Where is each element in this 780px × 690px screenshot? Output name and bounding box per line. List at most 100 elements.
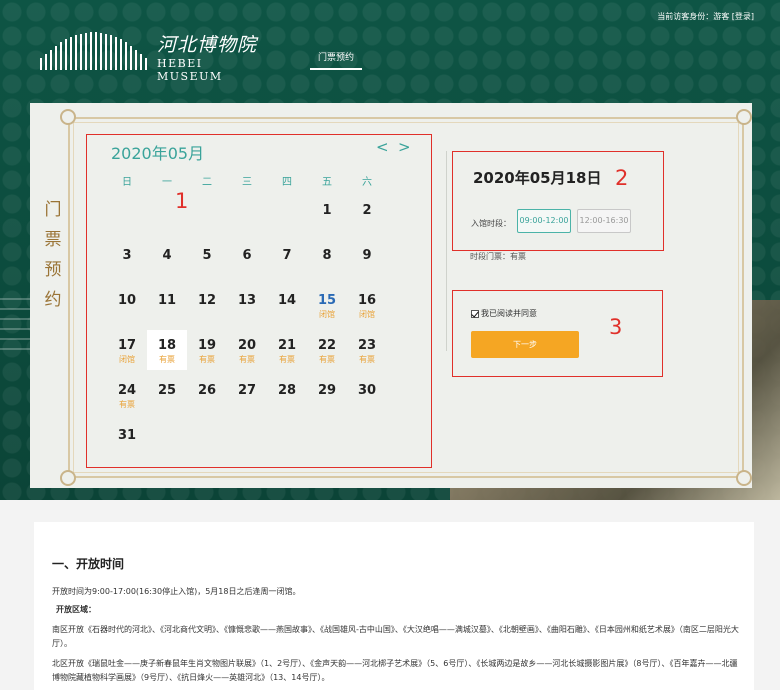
side-title-char: 门: [44, 200, 62, 220]
weekday-label: 三: [242, 177, 252, 188]
logo-chinese-name: 河北博物院: [157, 34, 258, 56]
south-area-text: 南区开放《石器时代的河北》、《河北商代文明》、《慷慨悲歌——燕国故事》、《战国雄…: [52, 625, 739, 648]
day-number: 2: [362, 203, 372, 218]
day-status: 闭馆: [319, 310, 335, 319]
next-step-button[interactable]: 下一步: [471, 331, 579, 358]
opening-hours-text: 开放时间为9:00-17:00(16:30停止入馆)，5月18日之后逢周一闭馆。: [52, 587, 301, 596]
calendar-day-2[interactable]: 2: [347, 195, 387, 235]
calendar-day-10[interactable]: 10: [107, 285, 147, 325]
calendar-day-3[interactable]: 3: [107, 240, 147, 280]
day-number: 28: [277, 383, 297, 398]
calendar-day-17[interactable]: 17 闭馆: [107, 330, 147, 370]
day-number: 3: [122, 248, 132, 263]
day-number: 8: [322, 248, 332, 263]
visitor-status: 当前访客身份：游客 [登录]: [657, 11, 754, 22]
calendar-day-29[interactable]: 29: [307, 375, 347, 415]
day-number: 6: [242, 248, 252, 263]
calendar-day-7[interactable]: 7: [267, 240, 307, 280]
calendar-day-25[interactable]: 25: [147, 375, 187, 415]
day-number: 14: [277, 293, 297, 308]
calendar-day-8[interactable]: 8: [307, 240, 347, 280]
calendar-day-5[interactable]: 5: [187, 240, 227, 280]
calendar-day-21[interactable]: 21 有票: [267, 330, 307, 370]
calendar-day-15[interactable]: 15 闭馆: [307, 285, 347, 325]
slot-label: 入馆时段：: [471, 219, 511, 228]
calendar-day-11[interactable]: 11: [147, 285, 187, 325]
calendar-day-31[interactable]: 31: [107, 420, 147, 460]
day-number: 9: [362, 248, 372, 263]
calendar-day-13[interactable]: 13: [227, 285, 267, 325]
day-number: 30: [357, 383, 377, 398]
day-number: 10: [117, 293, 137, 308]
calendar-day-30[interactable]: 30: [347, 375, 387, 415]
side-title-char: 预: [44, 260, 62, 280]
day-number: 29: [317, 383, 337, 398]
day-number: 21: [277, 338, 297, 353]
day-number: 31: [117, 428, 137, 443]
weekday-label: 四: [282, 177, 292, 188]
calendar-day-22[interactable]: 22 有票: [307, 330, 347, 370]
day-number: 15: [317, 293, 337, 308]
weekday-label: 日: [122, 177, 132, 188]
day-number: 17: [117, 338, 137, 353]
agreement-checkbox-row[interactable]: 我已阅读并同意: [471, 308, 537, 319]
info-section: 一、开放时间 开放时间为9:00-17:00(16:30停止入馆)，5月18日之…: [34, 522, 754, 690]
selected-date-title: 2020年05月18日: [473, 169, 602, 187]
weekday-label: 六: [362, 177, 372, 188]
agree-checkbox[interactable]: [471, 309, 479, 318]
calendar-day-23[interactable]: 23 有票: [347, 330, 387, 370]
day-status: 有票: [279, 355, 295, 364]
time-slot-morning[interactable]: 09:00-12:00: [517, 209, 571, 233]
day-number: 12: [197, 293, 217, 308]
calendar-day-26[interactable]: 26: [187, 375, 227, 415]
logo-english-name: HEBEI MUSEUM: [157, 57, 223, 83]
calendar-day-4[interactable]: 4: [147, 240, 187, 280]
panel-divider: [446, 151, 447, 351]
calendar-month-label: 2020年05月: [111, 144, 205, 163]
calendar-day-12[interactable]: 12: [187, 285, 227, 325]
section-title: 一、开放时间: [52, 557, 125, 571]
day-status: 有票: [239, 355, 255, 364]
frame-corner-ornament: [736, 470, 752, 486]
calendar-day-1[interactable]: 1: [307, 195, 347, 235]
museum-logo[interactable]: 河北博物院 HEBEI MUSEUM: [40, 30, 270, 83]
next-month-button[interactable]: >: [398, 138, 411, 156]
side-title: 门 票 预 约: [42, 195, 64, 315]
north-area-text: 北区开放《瑞鼠吐金——庚子新春鼠年生肖文物图片联展》（1、2号厅）、《金声天韵—…: [52, 659, 738, 682]
side-title-char: 约: [44, 290, 62, 310]
annotation-number: 3: [609, 315, 623, 339]
ticket-availability: 时段门票：有票: [470, 252, 526, 261]
calendar-day-14[interactable]: 14: [267, 285, 307, 325]
frame-corner-ornament: [60, 470, 76, 486]
login-link[interactable]: [登录]: [732, 12, 754, 21]
prev-month-button[interactable]: <: [376, 138, 389, 156]
calendar-days-grid: 1 2 3 4 5 6 7 8 9 10 11 12 13 14 15 闭馆 16 闭馆 17 闭馆 18 有票 19 有票 2…: [105, 195, 405, 465]
tab-ticket-booking[interactable]: 门票预约: [310, 50, 362, 70]
calendar-day-28[interactable]: 28: [267, 375, 307, 415]
day-number: 4: [162, 248, 172, 263]
calendar-day-6[interactable]: 6: [227, 240, 267, 280]
day-number: 25: [157, 383, 177, 398]
day-status: 有票: [159, 355, 175, 364]
calendar-day-16[interactable]: 16 闭馆: [347, 285, 387, 325]
day-number: 1: [322, 203, 332, 218]
day-number: 7: [282, 248, 292, 263]
calendar-day-20[interactable]: 20 有票: [227, 330, 267, 370]
calendar-day-9[interactable]: 9: [347, 240, 387, 280]
calendar-day-27[interactable]: 27: [227, 375, 267, 415]
calendar-day-19[interactable]: 19 有票: [187, 330, 227, 370]
day-number: 22: [317, 338, 337, 353]
calendar-day-18[interactable]: 18 有票: [147, 330, 187, 370]
day-number: 16: [357, 293, 377, 308]
day-number: 11: [157, 293, 177, 308]
side-title-char: 票: [44, 230, 62, 250]
agree-label: 我已阅读并同意: [481, 309, 537, 318]
day-status: 闭馆: [359, 310, 375, 319]
calendar-day-24[interactable]: 24 有票: [107, 375, 147, 415]
museum-logo-icon: [40, 32, 147, 70]
day-status: 闭馆: [119, 355, 135, 364]
day-number: 13: [237, 293, 257, 308]
weekday-label: 二: [202, 177, 212, 188]
booking-panel: 门 票 预 约 2020年05月 < > 1 日 一 二 三 四 五 六 12 3 4 5 6 7 8 9…: [30, 103, 752, 488]
time-slot-afternoon[interactable]: 12:00-16:30: [577, 209, 631, 233]
